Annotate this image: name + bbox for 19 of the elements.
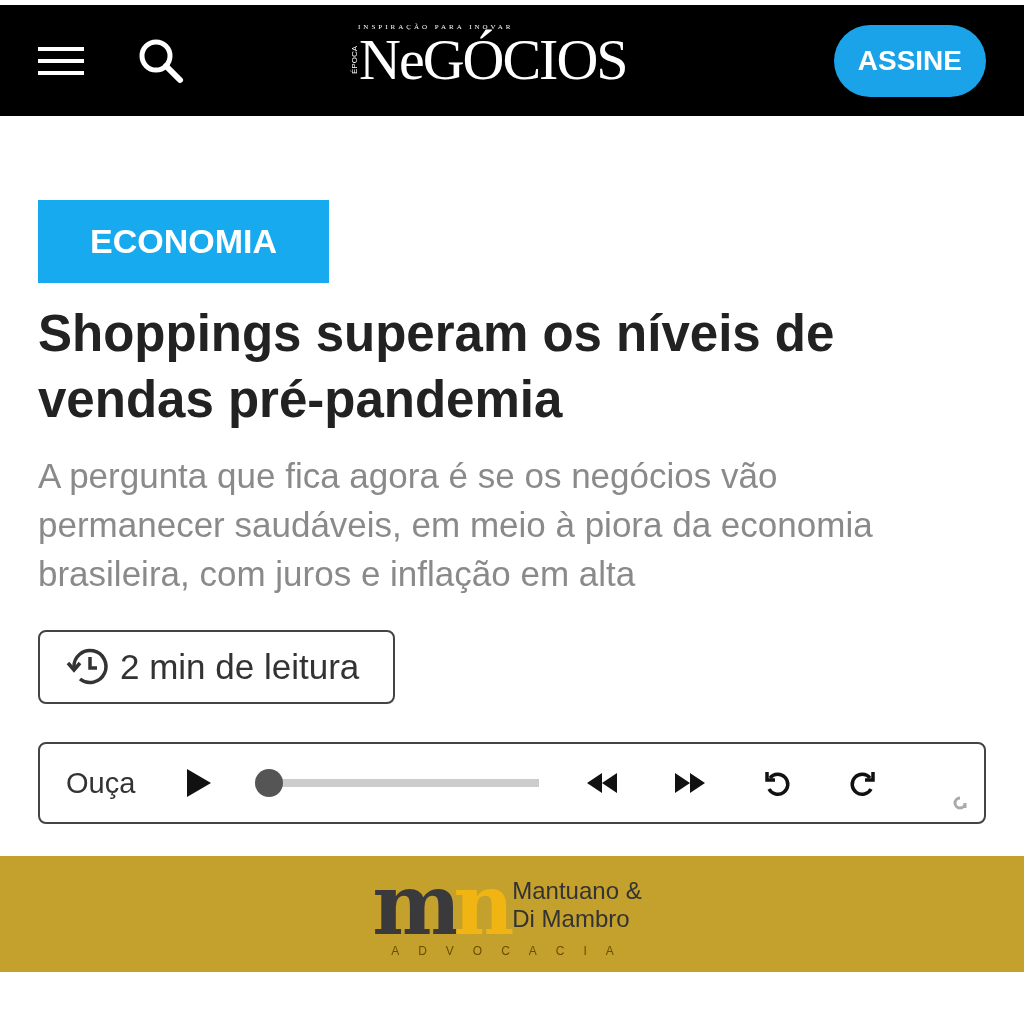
player-brand-icon (952, 796, 968, 810)
article-title: Shoppings superam os níveis de vendas pré-pandemia (38, 304, 836, 430)
listen-label: Ouça (66, 766, 136, 800)
firm-tagline: ADVOCACIA (391, 944, 633, 958)
logo-name: NeGÓCIOS (359, 31, 627, 89)
progress-thumb[interactable] (255, 769, 284, 797)
play-button[interactable] (187, 769, 212, 797)
back-button[interactable] (763, 769, 792, 797)
category-label[interactable]: ECONOMIA (38, 200, 329, 283)
rewind-button[interactable] (587, 773, 618, 793)
subscribe-button[interactable]: ASSINE (833, 24, 986, 97)
fast-forward-button[interactable] (675, 773, 706, 793)
article-subtitle: A pergunta que fica agora é se os negócios vão permanecer saudáveis, em meio à piora da economia brasileira, com juros e inflação em alta (38, 455, 874, 595)
forward-button[interactable] (849, 769, 878, 797)
reading-time: 2 min de leitura (120, 647, 360, 687)
firm-name: Mantuano & (512, 877, 642, 905)
firm-name: Di Mambro (512, 905, 631, 933)
logo-brand: ÉPOCA (350, 46, 359, 74)
progress-track[interactable] (255, 769, 540, 797)
